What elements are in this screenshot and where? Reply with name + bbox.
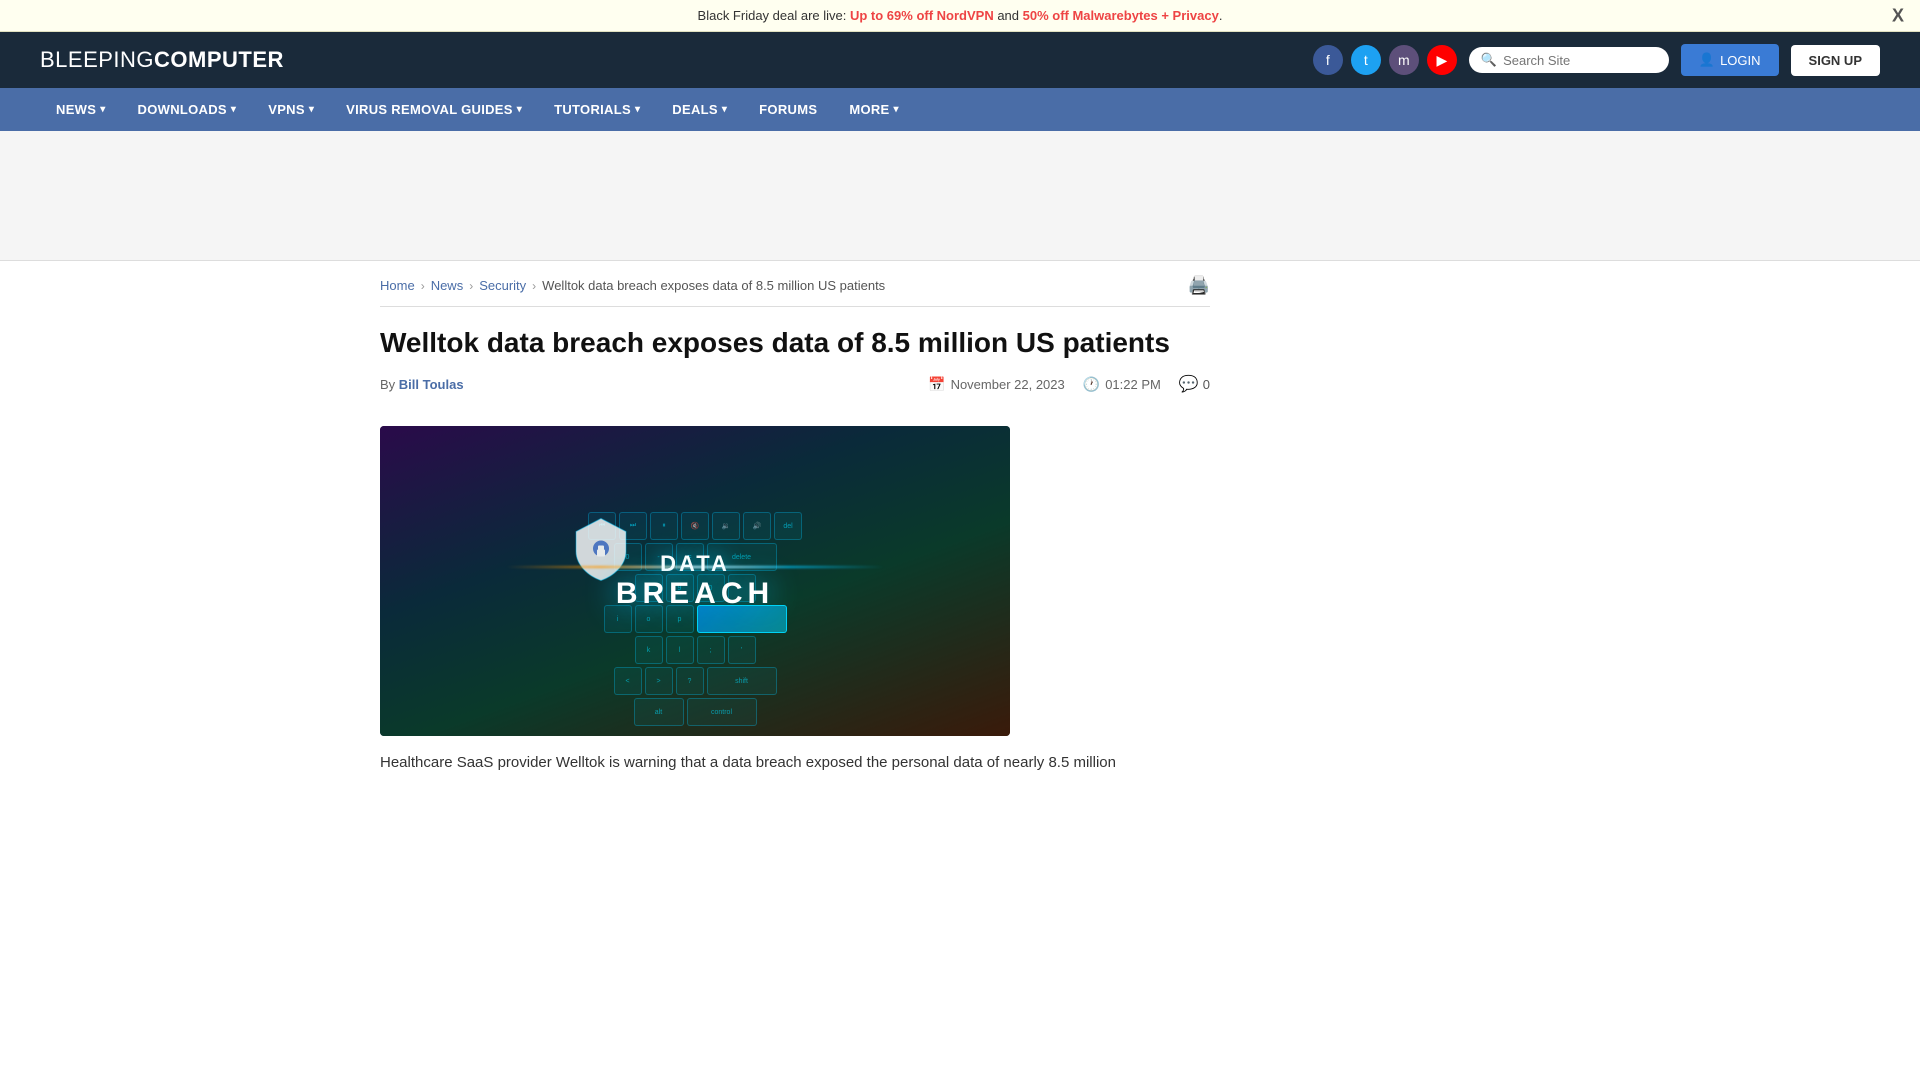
article-date: 📅 November 22, 2023 [928, 376, 1065, 393]
search-bar: 🔍 [1469, 47, 1669, 73]
twitter-icon[interactable]: t [1351, 45, 1381, 75]
nav-more-arrow: ▾ [894, 104, 899, 115]
comment-bubble-icon: 💬 [1179, 374, 1199, 394]
key: > [645, 667, 673, 695]
sidebar-column [1240, 261, 1540, 776]
social-icons: f t m ▶ [1313, 45, 1457, 75]
nav-downloads-arrow: ▾ [231, 104, 236, 115]
nav-tutorials-arrow: ▾ [635, 104, 640, 115]
article-body: Healthcare SaaS provider Welltok is warn… [380, 750, 1210, 776]
header: BLEEPINGCOMPUTER f t m ▶ 🔍 👤 LOGIN SIGN … [0, 32, 1920, 88]
article-author-link[interactable]: Bill Toulas [399, 377, 464, 392]
logo-part1: BLEEPING [40, 47, 154, 72]
article-time: 🕐 01:22 PM [1083, 376, 1161, 393]
nav-virus-arrow: ▾ [517, 104, 522, 115]
user-icon: 👤 [1699, 52, 1715, 68]
key: ? [676, 667, 704, 695]
key: 🔇 [681, 512, 709, 540]
nav-forums[interactable]: FORUMS [743, 88, 833, 131]
nav-news-arrow: ▾ [100, 104, 105, 115]
key: control [687, 698, 757, 726]
content-column: Home › News › Security › Welltok data br… [380, 261, 1210, 776]
nav-vpns-arrow: ▾ [309, 104, 314, 115]
key: ' [728, 636, 756, 664]
signup-button[interactable]: SIGN UP [1791, 45, 1880, 76]
article-image: ⏮ ⏭ ⏸ 🔇 🔉 🔊 del 0 - = delete [380, 426, 1010, 736]
nordvpn-link[interactable]: Up to 69% off NordVPN [850, 8, 994, 23]
nav: NEWS ▾ DOWNLOADS ▾ VPNS ▾ VIRUS REMOVAL … [0, 88, 1920, 131]
site-logo[interactable]: BLEEPINGCOMPUTER [40, 47, 284, 73]
key: shift [707, 667, 777, 695]
breadcrumb-news[interactable]: News [431, 278, 464, 293]
article-author-byline: By Bill Toulas [380, 377, 464, 392]
article-body-paragraph: Healthcare SaaS provider Welltok is warn… [380, 750, 1210, 776]
nav-deals-arrow: ▾ [722, 104, 727, 115]
announcement-text: Black Friday deal are live: Up to 69% of… [698, 8, 1223, 23]
key-row-1: ⏮ ⏭ ⏸ 🔇 🔉 🔊 del [400, 512, 990, 540]
data-breach-overlay: DATA BREACH [616, 551, 774, 611]
malwarebytes-link[interactable]: 50% off Malwarebytes + Privacy [1023, 8, 1219, 23]
login-button[interactable]: 👤 LOGIN [1681, 44, 1779, 76]
key: l [666, 636, 694, 664]
logo-part2: COMPUTER [154, 47, 284, 72]
breadcrumb-separator-1: › [421, 279, 425, 293]
nav-downloads[interactable]: DOWNLOADS ▾ [122, 88, 253, 131]
key: < [614, 667, 642, 695]
nav-deals[interactable]: DEALS ▾ [656, 88, 743, 131]
nav-news[interactable]: NEWS ▾ [40, 88, 122, 131]
key: ; [697, 636, 725, 664]
key: 🔉 [712, 512, 740, 540]
advertisement-banner [0, 131, 1920, 261]
key: del [774, 512, 802, 540]
mastodon-icon[interactable]: m [1389, 45, 1419, 75]
key-row-7: alt control [400, 698, 990, 726]
search-icon: 🔍 [1481, 52, 1497, 68]
clock-icon: 🕐 [1083, 376, 1100, 393]
breadcrumb-separator-2: › [469, 279, 473, 293]
key: 🔊 [743, 512, 771, 540]
header-right: f t m ▶ 🔍 👤 LOGIN SIGN UP [1313, 44, 1880, 76]
nav-vpns[interactable]: VPNS ▾ [252, 88, 330, 131]
nav-virus-removal[interactable]: VIRUS REMOVAL GUIDES ▾ [330, 88, 538, 131]
facebook-icon[interactable]: f [1313, 45, 1343, 75]
article-meta: By Bill Toulas 📅 November 22, 2023 🕐 01:… [380, 374, 1210, 408]
keyboard-rows: ⏮ ⏭ ⏸ 🔇 🔉 🔊 del 0 - = delete [380, 512, 1010, 726]
nav-tutorials[interactable]: TUTORIALS ▾ [538, 88, 656, 131]
key-row-5: k l ; ' [400, 636, 990, 664]
breadcrumb-current: Welltok data breach exposes data of 8.5 … [542, 278, 885, 293]
key: k [635, 636, 663, 664]
print-icon[interactable]: 🖨️ [1188, 275, 1210, 296]
search-input[interactable] [1503, 53, 1657, 68]
calendar-icon: 📅 [928, 376, 945, 393]
announcement-bar: Black Friday deal are live: Up to 69% of… [0, 0, 1920, 32]
breadcrumb-separator-3: › [532, 279, 536, 293]
breadcrumb: Home › News › Security › Welltok data br… [380, 261, 1210, 307]
key: alt [634, 698, 684, 726]
key: ⏸ [650, 512, 678, 540]
breadcrumb-security[interactable]: Security [479, 278, 526, 293]
close-announcement-button[interactable]: X [1892, 5, 1904, 26]
article-title: Welltok data breach exposes data of 8.5 … [380, 325, 1210, 360]
key-row-6: < > ? shift [400, 667, 990, 695]
breadcrumb-home[interactable]: Home [380, 278, 415, 293]
nav-more[interactable]: MORE ▾ [833, 88, 915, 131]
article-comments[interactable]: 💬 0 [1179, 374, 1210, 394]
youtube-icon[interactable]: ▶ [1427, 45, 1457, 75]
